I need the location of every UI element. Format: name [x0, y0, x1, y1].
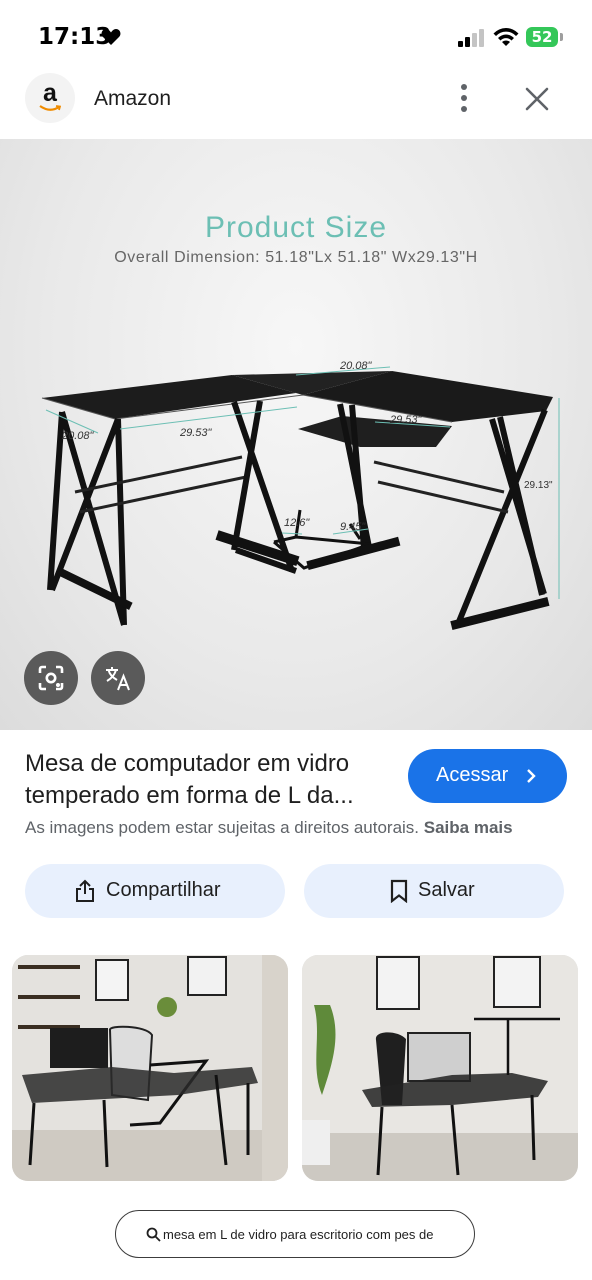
share-label: Compartilhar: [106, 879, 221, 901]
heart-icon: [101, 29, 121, 45]
related-desk-photo-1: [12, 955, 288, 1181]
wifi-icon: [493, 28, 519, 46]
dim-shelf-width: 12.6": [284, 517, 310, 529]
related-desk-photo-2: [302, 955, 578, 1181]
more-vert-icon[interactable]: [450, 82, 478, 114]
copyright-text: As imagens podem estar sujeitas a direit…: [25, 818, 420, 837]
dim-height: 29.13": [524, 480, 553, 491]
dim-left-length: 29.53": [179, 427, 213, 439]
visit-button[interactable]: Acessar: [408, 749, 567, 803]
search-icon: [146, 1227, 161, 1242]
result-info: Mesa de computador em vidro temperado em…: [0, 730, 592, 840]
site-name[interactable]: Amazon: [94, 87, 171, 111]
battery-level: 52: [526, 27, 558, 47]
dim-left-depth: 20.08": [61, 430, 95, 442]
signal-icon: [458, 29, 484, 47]
amazon-smile-icon: [39, 105, 61, 111]
related-image-1[interactable]: [12, 955, 288, 1181]
dim-top-width: 20.08": [339, 360, 373, 372]
bookmark-icon: [390, 879, 408, 903]
desk-illustration: 20.08" 20.08" 29.53" 29.53" 29.13" 12.6"…: [41, 360, 560, 630]
visit-label: Acessar: [436, 764, 509, 786]
close-icon[interactable]: [522, 84, 552, 114]
share-icon: [76, 879, 94, 902]
status-bar: 17:13 52: [0, 0, 592, 70]
copyright-notice: As imagens podem estar sujeitas a direit…: [25, 818, 513, 838]
dim-shelf-depth: 9.45": [340, 521, 366, 533]
amazon-logo: a: [25, 73, 75, 123]
lens-icon: [38, 665, 64, 691]
translate-icon: [106, 667, 130, 691]
learn-more-link[interactable]: Saiba mais: [424, 818, 513, 837]
related-image-2[interactable]: [302, 955, 578, 1181]
dim-right-length: 29.53": [389, 414, 423, 426]
logo-letter: a: [43, 79, 57, 107]
chevron-right-icon: [527, 769, 536, 783]
search-query[interactable]: mesa em L de vidro para escritorio com p…: [163, 1227, 448, 1242]
save-button[interactable]: Salvar: [304, 864, 564, 918]
translate-button[interactable]: [91, 651, 145, 705]
save-label: Salvar: [418, 879, 475, 901]
result-title[interactable]: Mesa de computador em vidro temperado em…: [25, 748, 395, 812]
viewer-header: a Amazon: [0, 70, 592, 138]
product-image[interactable]: Product Size Overall Dimension: 51.18"Lx…: [0, 139, 592, 730]
battery-icon: 52: [526, 27, 563, 47]
lens-button[interactable]: [24, 651, 78, 705]
share-button[interactable]: Compartilhar: [25, 864, 285, 918]
search-bar[interactable]: mesa em L de vidro para escritorio com p…: [115, 1210, 475, 1258]
